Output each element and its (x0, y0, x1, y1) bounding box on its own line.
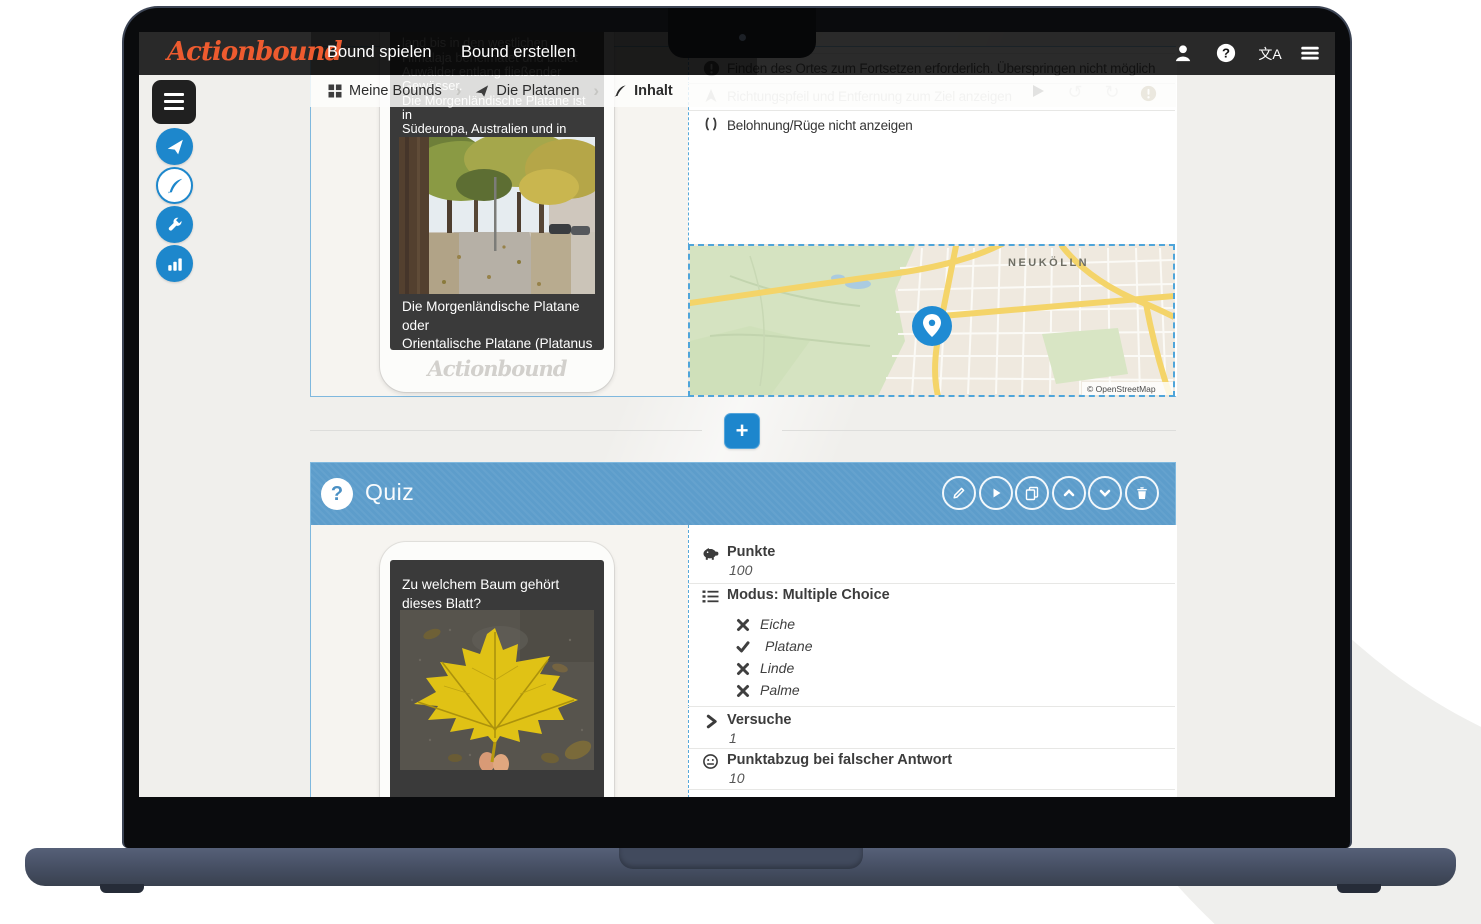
quiz-points-value: 100 (729, 562, 752, 578)
phone-screen: Zu welchem Baum gehört dieses Blatt? (390, 560, 604, 797)
laptop-foot (100, 884, 144, 893)
parentheses-icon (703, 116, 721, 134)
wrong-x-icon (736, 662, 750, 676)
user-account-icon[interactable] (1172, 43, 1194, 65)
sidebar-stats-button[interactable] (156, 245, 193, 282)
row-separator (688, 748, 1175, 749)
caption-line: Orientalische Platane (Platanus (402, 335, 596, 350)
breadcrumb-item-meine-bounds[interactable]: Meine Bounds (328, 83, 442, 99)
app-viewport: land bis in den westlichen Himalaja behe… (139, 32, 1335, 797)
chevron-separator-icon: › (593, 81, 599, 101)
breadcrumb: Meine Bounds › Die Platanen › Inhalt (310, 75, 1176, 107)
svg-text:NEUKÖLLN: NEUKÖLLN (1008, 256, 1089, 269)
quiz-question: Zu welchem Baum gehört dieses Blatt? (402, 576, 596, 613)
breadcrumb-item-inhalt[interactable]: Inhalt (613, 83, 673, 99)
add-element-button[interactable]: + (724, 413, 760, 449)
quiz-points-label[interactable]: Punkte (727, 544, 775, 560)
breadcrumb-label: Die Platanen (496, 83, 579, 99)
actionbound-logo[interactable]: Actionbound (167, 37, 342, 67)
chevron-separator-icon: › (456, 81, 462, 101)
breadcrumb-label: Inhalt (634, 83, 673, 99)
correct-check-icon (736, 640, 750, 654)
nav-item-bound-spielen[interactable]: Bound spielen (327, 43, 432, 62)
edit-button[interactable] (942, 476, 976, 510)
sidebar-content-button[interactable] (156, 167, 193, 204)
map-attribution: © OpenStreetMap (1087, 384, 1156, 394)
row-separator (688, 706, 1175, 707)
move-up-button[interactable] (1052, 476, 1086, 510)
nav-item-bound-erstellen[interactable]: Bound erstellen (461, 43, 576, 62)
quiz-option: Palme (760, 682, 800, 698)
delete-button[interactable] (1125, 476, 1159, 510)
quiz-option: Linde (760, 660, 794, 676)
wrong-x-icon (736, 618, 750, 632)
stage-caption: Die Morgenländische Platane oder Orienta… (402, 298, 596, 350)
bar-chart-icon (166, 255, 184, 273)
wrench-icon (166, 216, 184, 234)
paper-plane-icon (475, 84, 489, 98)
quiz-option: Eiche (760, 616, 795, 632)
quiz-penalty-value: 10 (729, 770, 745, 786)
quiz-title: Quiz (365, 479, 414, 506)
quiz-penalty-label[interactable]: Punktabzug bei falscher Antwort (727, 752, 952, 768)
map[interactable]: NEUKÖLLN © OpenStreetMap (688, 244, 1175, 397)
sidebar-settings-button[interactable] (156, 206, 193, 243)
quiz-mode-label[interactable]: Modus: Multiple Choice (727, 587, 890, 603)
quiz-type-icon: ? (321, 478, 353, 510)
language-icon[interactable]: 文A (1255, 43, 1285, 65)
laptop-camera (739, 34, 746, 41)
preview-play-button[interactable] (979, 476, 1013, 510)
chevron-right-icon (703, 713, 720, 730)
duplicate-button[interactable] (1015, 476, 1049, 510)
sidebar-menu-button[interactable] (152, 80, 196, 124)
svg-text:?: ? (1222, 46, 1230, 61)
neutral-face-icon (702, 753, 719, 770)
setting-row-feedback[interactable]: Belohnung/Rüge nicht anzeigen (727, 118, 913, 133)
phone-preview: Zu welchem Baum gehört dieses Blatt? (380, 542, 614, 797)
laptop-base-notch (619, 848, 863, 869)
laptop-mockup: land bis in den westlichen Himalaja behe… (122, 6, 1352, 848)
quiz-option: Platane (765, 638, 812, 654)
grid-icon (328, 84, 342, 98)
quiz-attempts-value: 1 (729, 730, 737, 746)
avenue-photo (399, 137, 595, 294)
laptop-base (25, 848, 1456, 886)
menu-hamburger-icon[interactable] (1299, 43, 1321, 65)
quill-icon (613, 84, 627, 98)
section-divider (310, 430, 702, 431)
actionbound-watermark: Actionbound (380, 356, 614, 381)
row-separator (688, 789, 1175, 790)
section-divider (782, 430, 1176, 431)
sidebar-bound-button[interactable] (156, 128, 193, 165)
help-icon[interactable]: ? (1215, 43, 1237, 65)
laptop-foot (1337, 884, 1381, 893)
piggy-bank-icon (702, 545, 719, 562)
breadcrumb-item-die-platanen[interactable]: Die Platanen (475, 83, 579, 99)
quiz-attempts-label[interactable]: Versuche (727, 712, 792, 728)
caption-line: Die Morgenländische Platane oder (402, 298, 596, 335)
leaf-photo (400, 610, 594, 770)
row-separator (688, 583, 1175, 584)
wrong-x-icon (736, 684, 750, 698)
row-separator (688, 110, 1175, 111)
list-mode-icon (702, 588, 719, 605)
quill-icon (166, 177, 184, 195)
laptop-camera-notch (668, 8, 816, 58)
paper-plane-icon (166, 138, 184, 156)
breadcrumb-label: Meine Bounds (349, 83, 442, 99)
move-down-button[interactable] (1088, 476, 1122, 510)
